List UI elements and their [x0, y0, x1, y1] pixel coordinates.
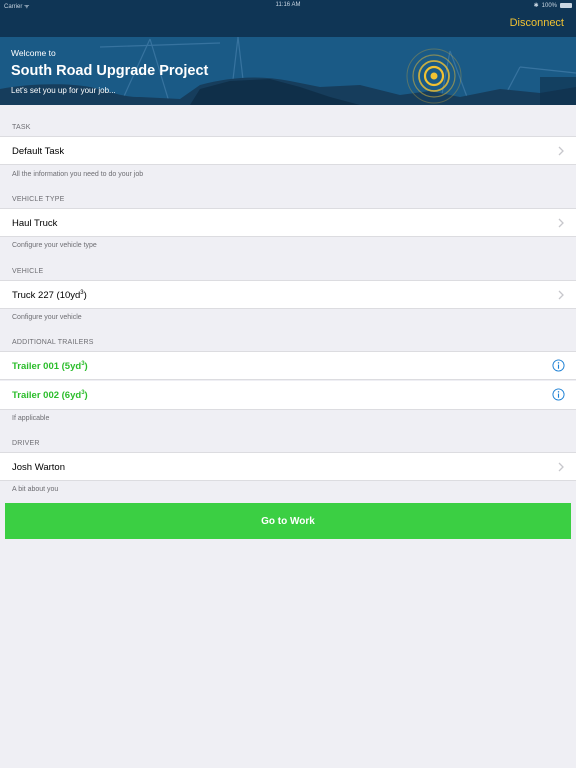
signal-beacon-icon [406, 48, 462, 104]
trailer-row[interactable]: Trailer 002 (6yd3) [0, 381, 576, 410]
battery-icon [560, 3, 572, 8]
vehicle-type-section-header: VEHICLE TYPE [12, 196, 65, 203]
bluetooth-icon: ✱ [533, 3, 539, 9]
vehicle-section-footer: Configure your vehicle [12, 314, 82, 321]
vehicle-type-row[interactable]: Haul Truck [0, 208, 576, 237]
hero-banner: Welcome to South Road Upgrade Project Le… [0, 37, 576, 105]
trailer-label: Trailer 002 (6yd3) [12, 389, 88, 401]
vehicle-type-section-footer: Configure your vehicle type [12, 242, 97, 249]
battery-percent: 100% [541, 2, 557, 9]
disconnect-button[interactable]: Disconnect [510, 17, 564, 29]
status-right: ✱ 100% [534, 2, 572, 9]
trailers-section-header: ADDITIONAL TRAILERS [12, 339, 94, 346]
info-icon[interactable] [552, 359, 565, 372]
driver-row[interactable]: Josh Warton [0, 452, 576, 481]
trailer-row[interactable]: Trailer 001 (5yd3) [0, 351, 576, 380]
chevron-right-icon [558, 462, 564, 472]
nav-bar: Disconnect [0, 12, 576, 37]
task-row[interactable]: Default Task [0, 136, 576, 165]
task-section-header: TASK [12, 124, 31, 131]
vehicle-type-value: Haul Truck [12, 218, 58, 229]
chevron-right-icon [558, 218, 564, 228]
task-value: Default Task [12, 146, 65, 157]
status-bar: Carrier ᯤ 11:16 AM ✱ 100% [0, 0, 576, 12]
vehicle-section-header: VEHICLE [12, 268, 44, 275]
project-title: South Road Upgrade Project [11, 63, 209, 79]
trailers-section-footer: If applicable [12, 415, 50, 422]
driver-section-header: DRIVER [12, 440, 40, 447]
status-time: 11:16 AM [275, 2, 301, 8]
go-to-work-button[interactable]: Go to Work [5, 503, 571, 539]
driver-section-footer: A bit about you [12, 486, 59, 493]
vehicle-row[interactable]: Truck 227 (10yd3) [0, 280, 576, 309]
info-icon[interactable] [552, 388, 565, 401]
driver-value: Josh Warton [12, 462, 65, 473]
task-section-footer: All the information you need to do your … [12, 171, 144, 178]
vehicle-value: Truck 227 (10yd3) [12, 289, 87, 301]
chevron-right-icon [558, 146, 564, 156]
chevron-right-icon [558, 290, 564, 300]
trailer-label: Trailer 001 (5yd3) [12, 360, 88, 372]
hero-subtitle: Let's set you up for your job... [11, 86, 116, 95]
welcome-text: Welcome to [11, 48, 56, 58]
